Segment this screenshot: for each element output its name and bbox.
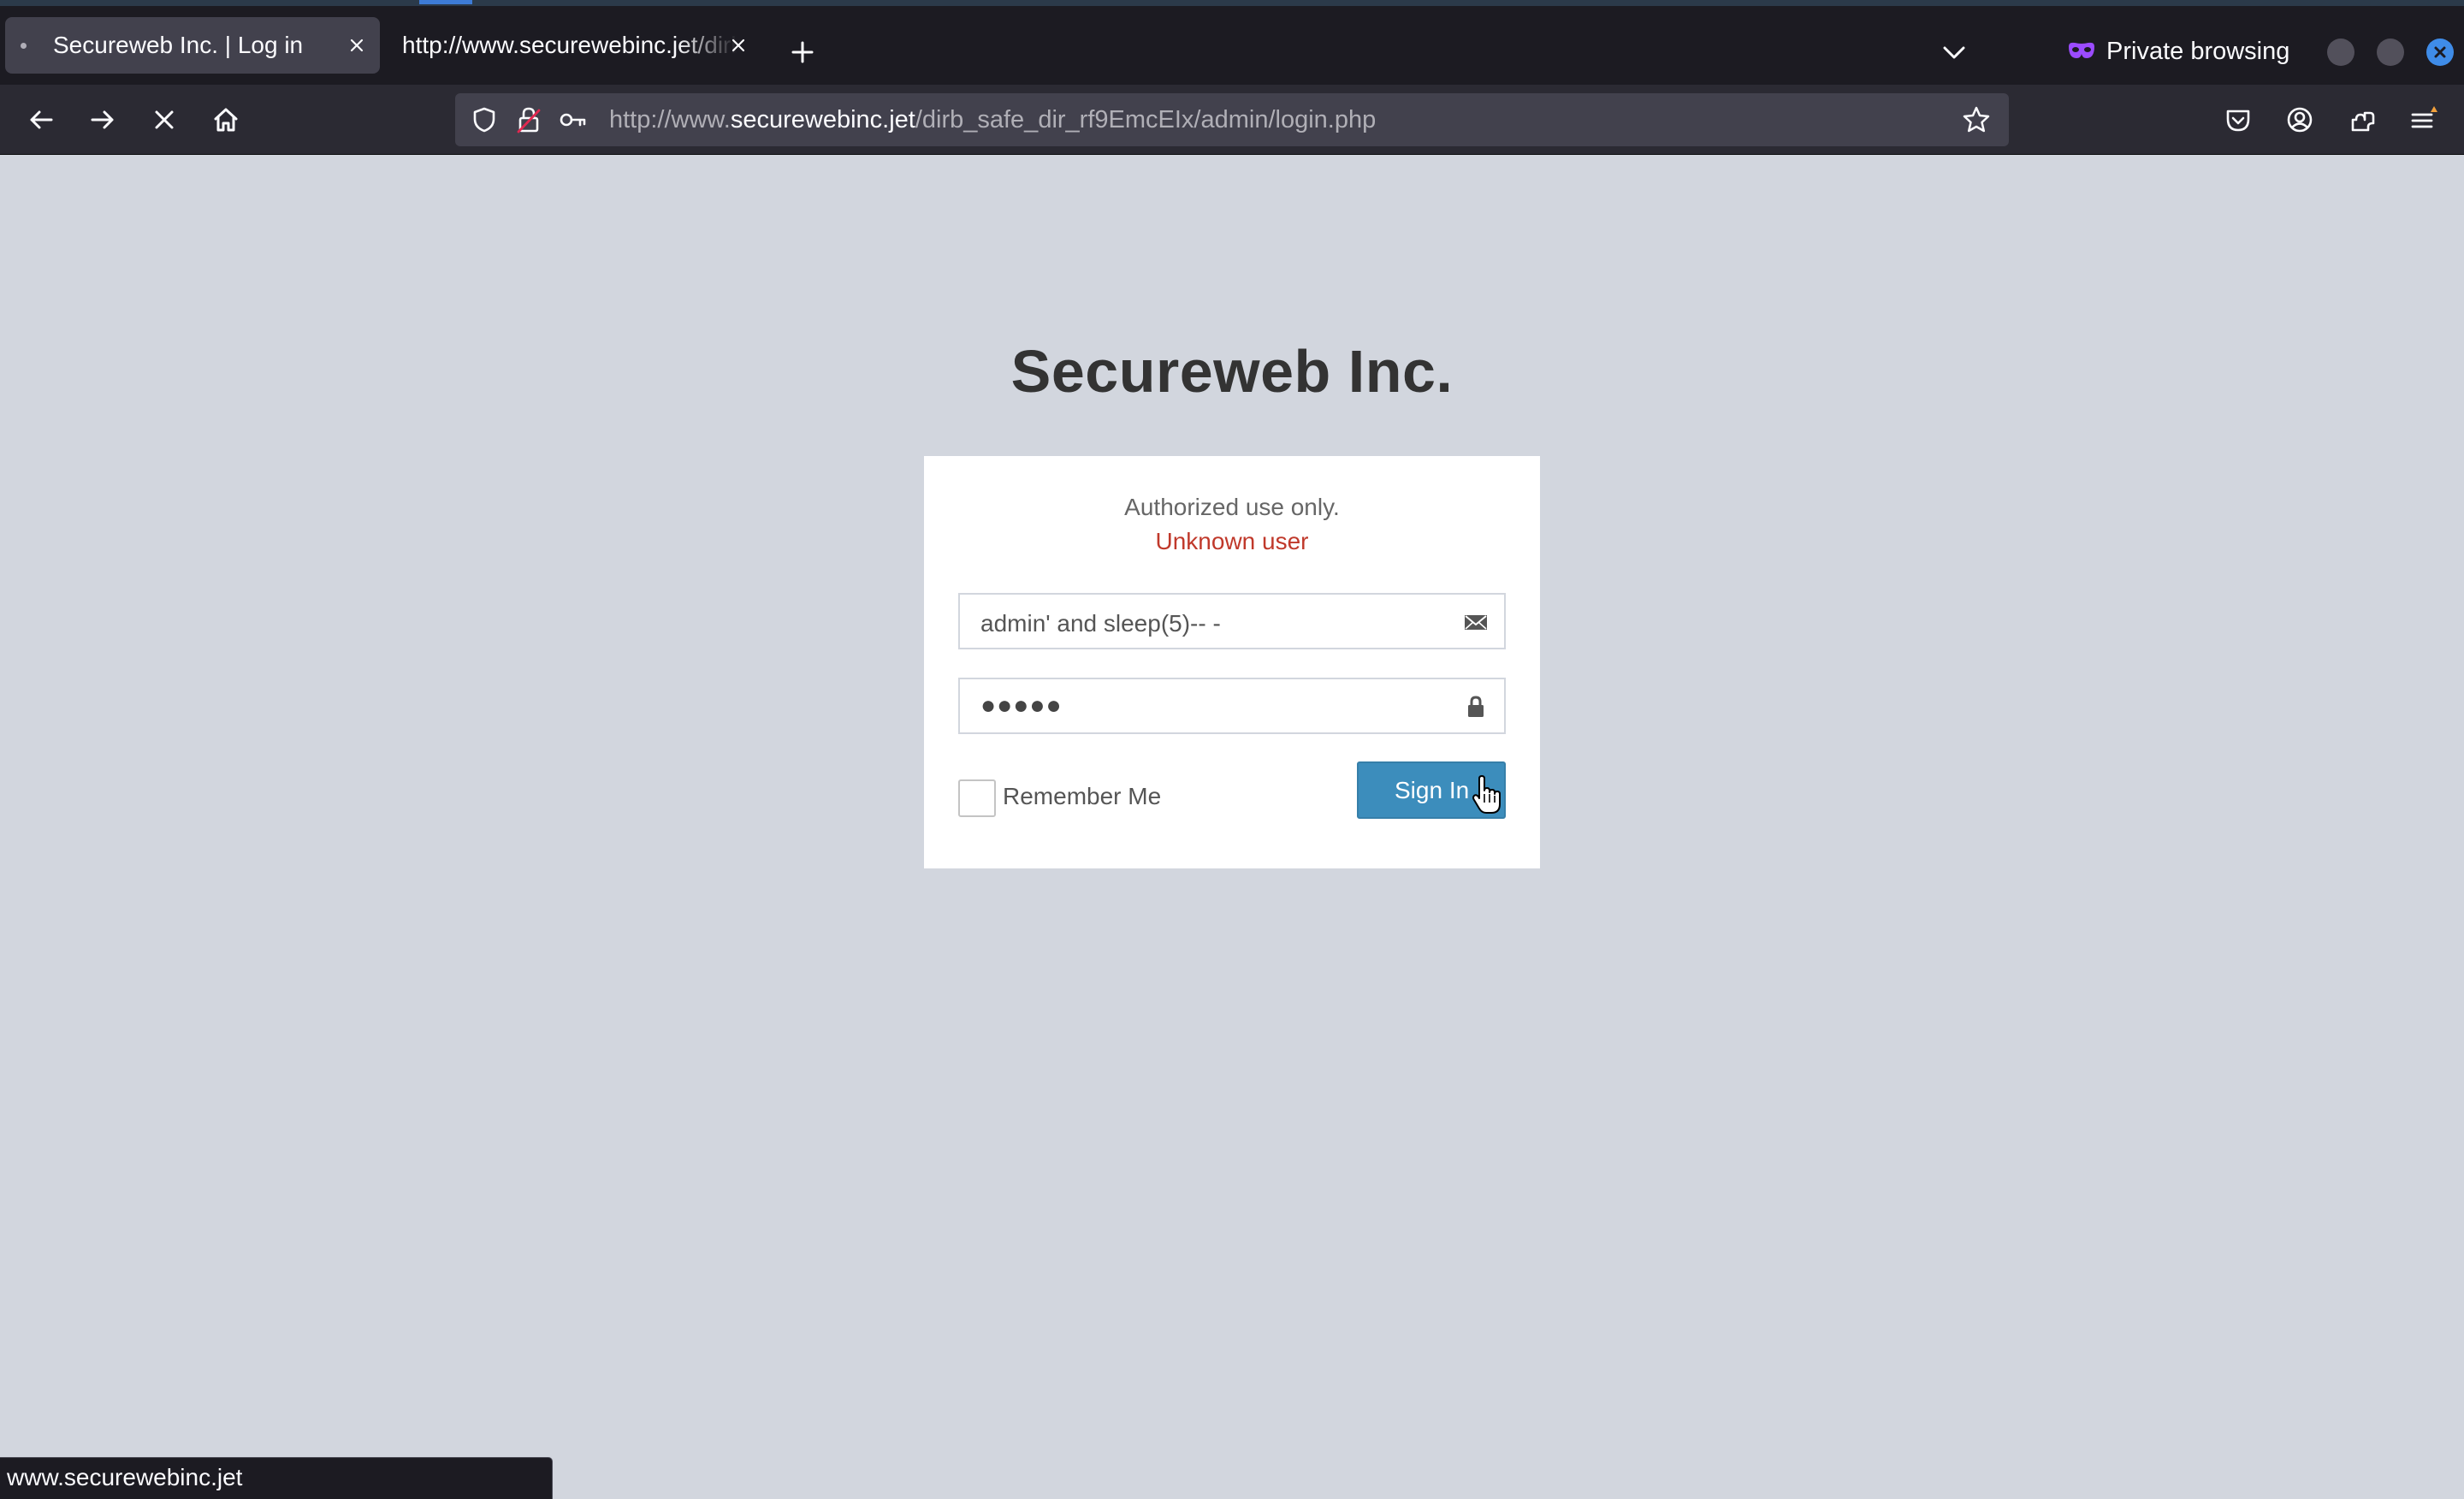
close-window-button[interactable]	[2426, 39, 2454, 66]
tab-close-icon[interactable]	[346, 34, 368, 56]
url-host: securewebinc.jet	[730, 106, 915, 133]
password-value: ●●●●●	[980, 691, 1063, 720]
tab-list-chevron-icon[interactable]	[1937, 35, 1971, 69]
username-value: admin' and sleep(5)-- -	[980, 610, 1221, 637]
url-text[interactable]: http://www.securewebinc.jet/dirb_safe_di…	[609, 105, 1376, 134]
error-message: Unknown user	[1155, 528, 1309, 554]
hand-cursor-icon	[1472, 775, 1501, 814]
pocket-icon[interactable]	[2221, 103, 2255, 137]
tab-secureweb-login[interactable]: Secureweb Inc. | Log in	[5, 17, 380, 74]
extensions-icon[interactable]	[2344, 103, 2378, 137]
new-tab-icon[interactable]	[785, 35, 820, 69]
tab-title: http://www.securewebinc.jet/dirb_safe_di…	[402, 32, 737, 58]
tab-strip: Secureweb Inc. | Log in http://www.secur…	[0, 6, 2464, 85]
address-bar[interactable]: http://www.securewebinc.jet/dirb_safe_di…	[455, 93, 2009, 146]
password-field[interactable]: ●●●●●	[958, 678, 1506, 734]
bookmark-star-icon[interactable]	[1959, 103, 1993, 137]
home-icon[interactable]	[209, 103, 243, 137]
back-icon[interactable]	[24, 103, 58, 137]
login-message: Authorized use only.	[1124, 494, 1340, 520]
window-top-border	[0, 0, 2464, 6]
lock-icon	[1468, 696, 1484, 717]
stop-icon[interactable]	[147, 103, 181, 137]
private-mask-icon	[2069, 42, 2094, 58]
remember-me-checkbox[interactable]	[958, 779, 996, 817]
tab-login-url[interactable]: http://www.securewebinc.jet/dirb_safe_di…	[387, 17, 763, 74]
key-icon[interactable]	[556, 103, 590, 137]
loading-indicator	[419, 0, 472, 4]
private-browsing-indicator: Private browsing	[2067, 32, 2289, 71]
minimize-button[interactable]	[2327, 39, 2354, 66]
private-browsing-label: Private browsing	[2106, 37, 2290, 65]
url-path: /dirb_safe_dir_rf9EmcEIx/admin/login.php	[915, 106, 1377, 133]
close-icon	[2434, 46, 2446, 58]
tab-loading-dot	[21, 43, 27, 49]
forward-icon[interactable]	[86, 103, 120, 137]
url-prefix: http://www.	[609, 106, 731, 133]
account-icon[interactable]	[2283, 103, 2317, 137]
login-box: Authorized use only. Unknown user admin'…	[924, 456, 1540, 868]
envelope-icon	[1465, 615, 1487, 630]
username-field[interactable]: admin' and sleep(5)-- -	[958, 593, 1506, 649]
tab-close-icon[interactable]	[727, 34, 749, 56]
menu-icon[interactable]	[2406, 103, 2440, 137]
tab-title: Secureweb Inc. | Log in	[53, 32, 304, 58]
shield-icon[interactable]	[467, 103, 501, 137]
page-title: Secureweb Inc.	[1010, 338, 1454, 405]
navigation-toolbar: http://www.securewebinc.jet/dirb_safe_di…	[0, 85, 2464, 155]
remember-me-label[interactable]: Remember Me	[1003, 783, 1161, 810]
maximize-button[interactable]	[2377, 39, 2404, 66]
status-bar-url: www.securewebinc.jet	[0, 1457, 553, 1499]
insecure-lock-icon[interactable]	[512, 103, 546, 137]
